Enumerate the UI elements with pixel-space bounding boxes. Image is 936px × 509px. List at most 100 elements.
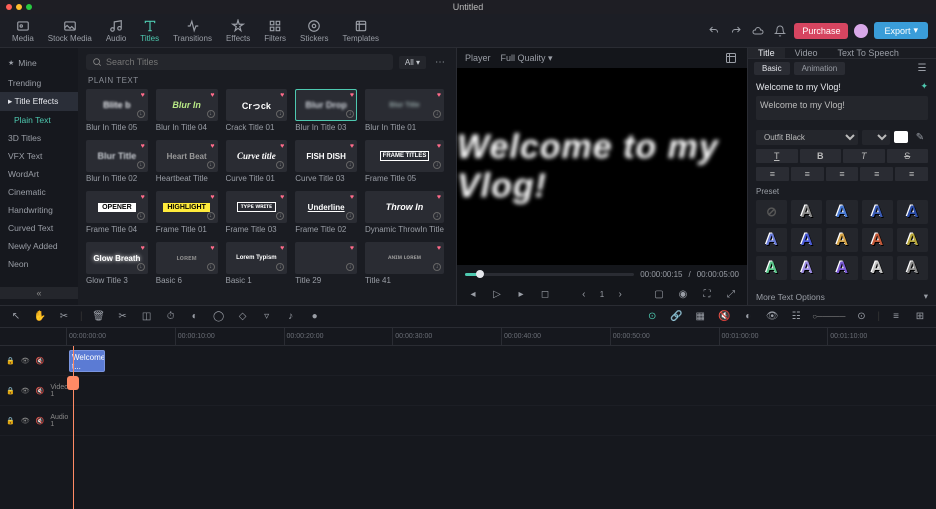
preset-2[interactable]: A	[862, 200, 893, 224]
undo-icon[interactable]	[706, 23, 722, 39]
preset-4[interactable]: A	[756, 228, 787, 252]
sidebar-item-title-effects[interactable]: ▸ Title Effects	[0, 92, 78, 111]
sidebar-item-3d-titles[interactable]: 3D Titles	[0, 129, 78, 147]
download-icon[interactable]: ↓	[207, 110, 215, 118]
search-input[interactable]	[106, 57, 387, 67]
tile-18[interactable]: ♥↓	[295, 242, 357, 274]
quality-dropdown[interactable]: Full Quality ▾	[501, 53, 553, 64]
user-avatar[interactable]	[854, 24, 868, 38]
title-text-input[interactable]	[756, 96, 928, 120]
tile-14[interactable]: ♥Throw In↓	[365, 191, 444, 223]
page-next-icon[interactable]: ›	[612, 286, 628, 302]
heart-icon[interactable]: ♥	[350, 143, 354, 150]
heart-icon[interactable]: ♥	[350, 194, 354, 201]
preset-1[interactable]: A	[826, 200, 857, 224]
tile-17[interactable]: ♥Lorem Typism↓	[226, 242, 288, 274]
mute-tool-icon[interactable]: 🔇	[716, 309, 732, 325]
download-icon[interactable]: ↓	[346, 263, 354, 271]
panel-menu-icon[interactable]: ☰	[914, 60, 930, 76]
preset-5[interactable]: A	[791, 228, 822, 252]
download-icon[interactable]: ↓	[346, 161, 354, 169]
tile-13[interactable]: ♥Underline↓	[295, 191, 357, 223]
lock-icon[interactable]: 🔒	[6, 417, 15, 425]
menutab-transitions[interactable]: Transitions	[169, 17, 216, 45]
download-icon[interactable]: ↓	[346, 110, 354, 118]
fullscreen-icon[interactable]: ⤢	[723, 286, 739, 302]
preset-9[interactable]: A	[756, 256, 787, 280]
menutab-stickers[interactable]: Stickers	[296, 17, 332, 45]
page-prev-icon[interactable]: ‹	[576, 286, 592, 302]
maximize-window[interactable]	[26, 4, 32, 10]
sidebar-item-newly-added[interactable]: Newly Added	[0, 237, 78, 255]
menutab-titles[interactable]: Titles	[136, 17, 163, 45]
preset-none[interactable]: ⊘	[756, 200, 787, 224]
purchase-button[interactable]: Purchase	[794, 23, 848, 39]
font-select[interactable]: Outfit Black	[756, 130, 858, 145]
heart-icon[interactable]: ♥	[210, 245, 214, 252]
tile-6[interactable]: ♥Heart Beat↓	[156, 140, 218, 172]
heart-icon[interactable]: ♥	[210, 194, 214, 201]
eye-icon[interactable]: 👁	[21, 357, 30, 365]
sidebar-item-cinematic[interactable]: Cinematic	[0, 183, 78, 201]
menutab-audio[interactable]: Audio	[102, 17, 130, 45]
download-icon[interactable]: ↓	[433, 212, 441, 220]
color-icon[interactable]: ◐	[187, 309, 203, 325]
tile-2[interactable]: ♥Crっck↓	[226, 89, 288, 121]
player-settings-icon[interactable]	[723, 50, 739, 66]
track-label-1[interactable]: 🔒👁🔇Video 1	[0, 376, 66, 406]
eye-icon[interactable]: 👁	[21, 417, 30, 425]
keyframe-tool-icon[interactable]: ◇	[235, 309, 251, 325]
export-button[interactable]: Export▾	[874, 22, 928, 39]
download-icon[interactable]: ↓	[137, 263, 145, 271]
heart-icon[interactable]: ♥	[350, 245, 354, 252]
lock-icon[interactable]: 🔒	[6, 357, 15, 365]
stop-icon[interactable]: ◻	[537, 286, 553, 302]
blade-tool-icon[interactable]: ✂	[56, 309, 72, 325]
link-tool-icon[interactable]: 🔗	[668, 309, 684, 325]
more-text-options[interactable]: More Text Options▾	[756, 288, 928, 305]
heart-icon[interactable]: ♥	[280, 194, 284, 201]
preset-13[interactable]: A	[897, 256, 928, 280]
track-label-0[interactable]: 🔒👁🔇	[0, 346, 66, 376]
preset-0[interactable]: A	[791, 200, 822, 224]
sidebar-item-plain-text[interactable]: Plain Text	[0, 111, 78, 129]
align-j-btn[interactable]: ≡	[860, 167, 893, 181]
download-icon[interactable]: ↓	[207, 263, 215, 271]
ai-icon[interactable]: ✦	[920, 81, 928, 92]
preset-6[interactable]: A	[826, 228, 857, 252]
redo-icon[interactable]	[728, 23, 744, 39]
heart-icon[interactable]: ♥	[437, 143, 441, 150]
heart-icon[interactable]: ♥	[437, 245, 441, 252]
download-icon[interactable]: ↓	[137, 110, 145, 118]
minimize-window[interactable]	[16, 4, 22, 10]
eyedropper-icon[interactable]: ✎	[912, 129, 928, 145]
heart-icon[interactable]: ♥	[350, 92, 354, 99]
track-row-2[interactable]	[66, 406, 936, 436]
download-icon[interactable]: ↓	[137, 212, 145, 220]
panel-tab-text-to-speech[interactable]: Text To Speech	[828, 48, 909, 58]
heart-icon[interactable]: ♥	[280, 245, 284, 252]
toggle-icon[interactable]: ◐	[740, 309, 756, 325]
screenshot-icon[interactable]: ▢	[651, 286, 667, 302]
preset-7[interactable]: A	[862, 228, 893, 252]
eye-icon[interactable]: 👁	[21, 387, 30, 395]
download-icon[interactable]: ↓	[207, 212, 215, 220]
download-icon[interactable]: ↓	[276, 110, 284, 118]
download-icon[interactable]: ↓	[276, 212, 284, 220]
cloud-icon[interactable]	[750, 23, 766, 39]
tile-16[interactable]: ♥ʟᴏʀᴇᴍ↓	[156, 242, 218, 274]
subtab-basic[interactable]: Basic	[754, 62, 790, 75]
mute-icon[interactable]: 🔇	[36, 387, 45, 395]
tile-10[interactable]: ♥OPENER↓	[86, 191, 148, 223]
heart-icon[interactable]: ♥	[280, 143, 284, 150]
more-icon[interactable]: ⋯	[432, 54, 448, 70]
size-select[interactable]: 40	[862, 130, 890, 145]
mute-icon[interactable]: 🔇	[36, 417, 45, 425]
preview-viewport[interactable]: Welcome to my Vlog!	[457, 68, 747, 265]
italic-btn[interactable]: T	[843, 149, 885, 163]
preset-12[interactable]: A	[862, 256, 893, 280]
preset-10[interactable]: A	[791, 256, 822, 280]
align-c-btn[interactable]: ≡	[791, 167, 824, 181]
color-swatch[interactable]	[894, 131, 908, 143]
lock-icon[interactable]: ▦	[692, 309, 708, 325]
